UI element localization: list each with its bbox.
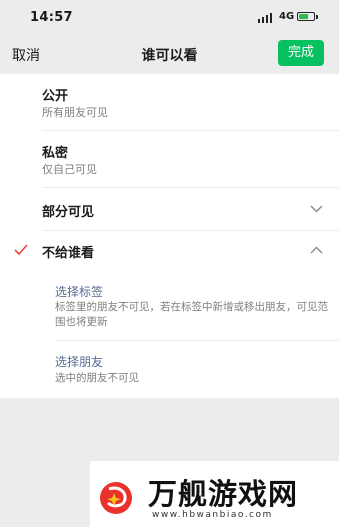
- chevron-down-icon: [310, 205, 323, 213]
- battery-tip: [316, 15, 318, 19]
- network-type: 4G: [279, 11, 295, 22]
- select-tags-item[interactable]: 选择标签 标签里的朋友不可见，若在标签中新增或移出朋友，可见范围也将更新: [0, 274, 339, 339]
- select-tags-desc: 标签里的朋友不可见，若在标签中新增或移出朋友，可见范围也将更新: [55, 301, 328, 328]
- select-friends-desc: 选中的朋友不可见: [55, 372, 139, 384]
- watermark: 万舰游戏网 www.hbwanbiao.com: [90, 461, 339, 527]
- nav-bar: 取消 谁可以看 完成: [0, 36, 339, 74]
- status-bar: 14:57 4G: [0, 0, 339, 36]
- watermark-url: www.hbwanbiao.com: [152, 510, 273, 520]
- option-private[interactable]: 私密 仅自己可见: [0, 131, 339, 187]
- option-private-desc: 仅自己可见: [42, 163, 97, 176]
- option-public-desc: 所有朋友可见: [42, 106, 108, 119]
- select-friends-item[interactable]: 选择朋友 选中的朋友不可见: [0, 341, 339, 396]
- option-public[interactable]: 公开 所有朋友可见: [0, 74, 339, 130]
- watermark-title: 万舰游戏网: [148, 477, 299, 511]
- option-exclude[interactable]: 不给谁看: [0, 231, 339, 271]
- option-partial[interactable]: 部分可见: [0, 188, 339, 230]
- status-time: 14:57: [30, 10, 73, 25]
- visibility-options-list: 公开 所有朋友可见 私密 仅自己可见 部分可见 不给谁看 选择标签 标签里的朋友…: [0, 74, 339, 398]
- checkmark-icon: [14, 244, 28, 256]
- option-exclude-title: 不给谁看: [42, 246, 95, 261]
- option-private-title: 私密: [42, 146, 69, 161]
- chevron-up-icon: [310, 246, 323, 254]
- select-friends-title: 选择朋友: [55, 355, 104, 369]
- done-button[interactable]: 完成: [278, 40, 324, 66]
- select-tags-title: 选择标签: [55, 285, 104, 299]
- battery-icon: [297, 12, 315, 21]
- option-partial-title: 部分可见: [42, 205, 95, 220]
- signal-icon: [258, 13, 272, 23]
- watermark-logo-icon: [100, 482, 132, 514]
- option-public-title: 公开: [42, 89, 69, 104]
